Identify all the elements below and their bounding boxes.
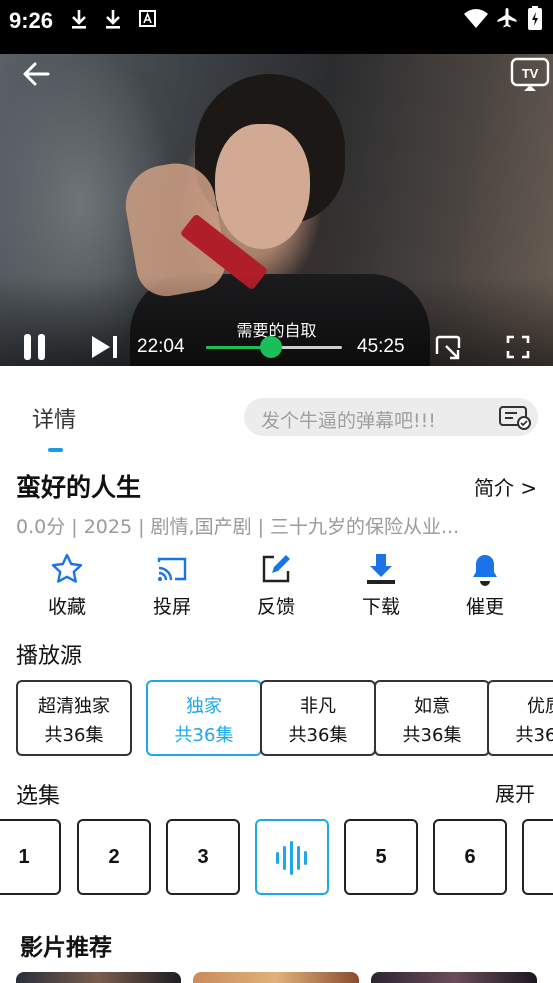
- player-controls: 22:04 45:25: [0, 330, 553, 366]
- cast-icon: [157, 557, 187, 581]
- airplane-icon: [497, 8, 517, 28]
- current-time: 22:04: [137, 336, 185, 357]
- battery-icon: [528, 6, 542, 30]
- danmu-placeholder: 发个牛逼的弹幕吧!!!: [261, 410, 436, 432]
- download-icon: [72, 10, 86, 29]
- source-item[interactable]: 优质共36集: [487, 680, 553, 756]
- feedback-button[interactable]: 反馈: [241, 552, 311, 619]
- sources-title: 播放源: [16, 644, 83, 669]
- episode-item[interactable]: 1: [0, 819, 61, 895]
- danmu-settings-icon[interactable]: [498, 404, 532, 430]
- recommend-title: 影片推荐: [20, 935, 112, 961]
- source-list: 超清独家共36集 独家共36集 非凡共36集 如意共36集 优质共36集: [16, 680, 553, 758]
- episode-item[interactable]: 2: [77, 819, 151, 895]
- download-icon: [106, 10, 120, 29]
- skip-next-icon[interactable]: [90, 334, 120, 360]
- progress-thumb[interactable]: [260, 336, 283, 358]
- svg-text:TV: TV: [522, 66, 539, 81]
- source-item[interactable]: 非凡 共36集: [260, 680, 376, 756]
- recommend-thumbnail[interactable]: [193, 972, 359, 983]
- episode-item[interactable]: 5: [344, 819, 418, 895]
- fullscreen-icon[interactable]: [506, 335, 530, 359]
- wifi-icon: [464, 9, 488, 28]
- bell-icon: [473, 555, 497, 586]
- a-icon: [139, 10, 156, 27]
- recommend-thumbnail[interactable]: [16, 972, 181, 983]
- source-item[interactable]: 超清独家 共36集: [16, 680, 132, 756]
- status-time: 9:26: [9, 8, 54, 33]
- favorite-button[interactable]: 收藏: [32, 552, 102, 619]
- tv-icon: TV: [510, 57, 550, 91]
- recommend-list: [0, 972, 553, 983]
- intro-link[interactable]: 简介 >: [474, 472, 537, 501]
- episode-item[interactable]: 3: [166, 819, 240, 895]
- tab-indicator: [48, 448, 63, 452]
- episode-item-playing[interactable]: [255, 819, 329, 895]
- source-item-active[interactable]: 独家 共36集: [146, 680, 262, 756]
- danmu-input[interactable]: 发个牛逼的弹幕吧!!!: [244, 398, 538, 436]
- show-title: 蛮好的人生: [16, 473, 142, 502]
- tv-cast-button[interactable]: TV: [510, 57, 550, 91]
- star-icon: [51, 553, 83, 583]
- episode-item[interactable]: [522, 819, 553, 895]
- pause-icon[interactable]: [22, 332, 48, 362]
- rotate-screen-icon[interactable]: [434, 334, 462, 362]
- episode-list: 1 2 3 5 6: [0, 819, 553, 897]
- episodes-title: 选集: [16, 784, 61, 809]
- episode-item[interactable]: 6: [433, 819, 507, 895]
- playing-equalizer-icon: [276, 841, 307, 875]
- show-meta: 0.0分 | 2025 | 剧情,国产剧 | 三十九岁的保险从业...: [16, 516, 460, 538]
- source-item[interactable]: 如意 共36集: [374, 680, 490, 756]
- total-time: 45:25: [357, 336, 405, 357]
- request-update-button[interactable]: 催更: [450, 552, 520, 619]
- download-button[interactable]: 下载: [346, 552, 416, 619]
- recommend-thumbnail[interactable]: [371, 972, 537, 983]
- cast-button[interactable]: 投屏: [137, 552, 207, 619]
- back-arrow-icon[interactable]: [20, 58, 52, 90]
- action-row: 收藏 投屏 反馈 下载 催更: [0, 552, 553, 622]
- tab-details[interactable]: 详情: [32, 402, 76, 434]
- download-icon: [367, 554, 395, 584]
- expand-button[interactable]: 展开: [495, 778, 535, 807]
- status-bar: 9:26: [0, 0, 553, 54]
- edit-icon: [262, 555, 290, 583]
